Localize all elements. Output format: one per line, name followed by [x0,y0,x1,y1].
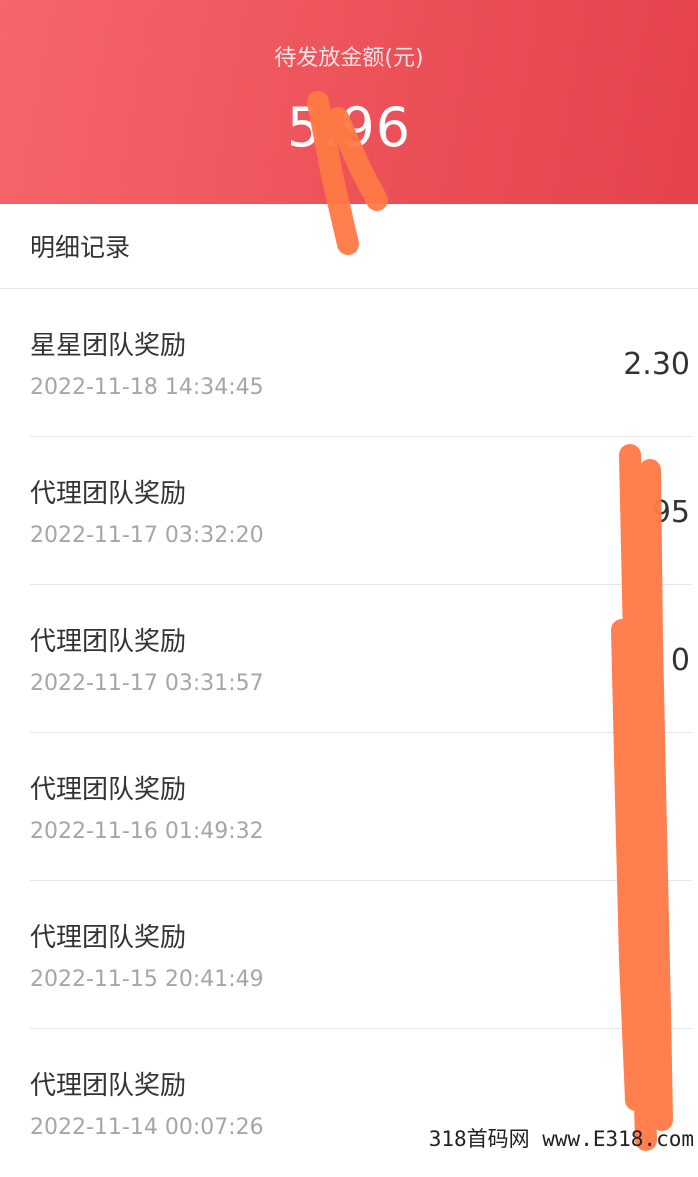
record-amount: 2.30 [623,347,690,382]
record-title: 代理团队奖励 [30,627,187,657]
watermark: 318首码网 www.E318.com [428,1127,694,1151]
record-title: 代理团队奖励 [30,1071,187,1101]
records-list: 星星团队奖励 2022-11-18 14:34:45 2.30 代理团队奖励 2… [0,289,698,1177]
record-title: 代理团队奖励 [30,775,187,805]
record-amount: 0 [670,643,690,678]
list-item[interactable]: 代理团队奖励 2022-11-16 01:49:32 [0,733,698,881]
list-item[interactable]: 星星团队奖励 2022-11-18 14:34:45 2.30 [0,289,698,437]
record-time: 2022-11-17 03:32:20 [30,523,264,548]
pending-amount-value: 5.96 [286,96,412,159]
record-time: 2022-11-17 03:31:57 [30,671,264,696]
list-item[interactable]: 代理团队奖励 2022-11-17 03:31:57 0 [0,585,698,733]
pending-amount-label: 待发放金额(元) [274,46,424,71]
record-time: 2022-11-16 01:49:32 [30,819,264,844]
section-title: 明细记录 [30,233,131,262]
record-time: 2022-11-14 00:07:26 [30,1115,264,1140]
record-title: 星星团队奖励 [30,331,187,361]
list-item[interactable]: 代理团队奖励 2022-11-15 20:41:49 [0,881,698,1029]
record-title: 代理团队奖励 [30,479,187,509]
record-title: 代理团队奖励 [30,923,187,953]
list-item[interactable]: 代理团队奖励 2022-11-17 03:32:20 95 [0,437,698,585]
header-banner: 待发放金额(元) 5.96 [0,0,698,204]
record-time: 2022-11-18 14:34:45 [30,375,264,400]
record-amount: 95 [651,495,690,530]
record-time: 2022-11-15 20:41:49 [30,967,264,992]
